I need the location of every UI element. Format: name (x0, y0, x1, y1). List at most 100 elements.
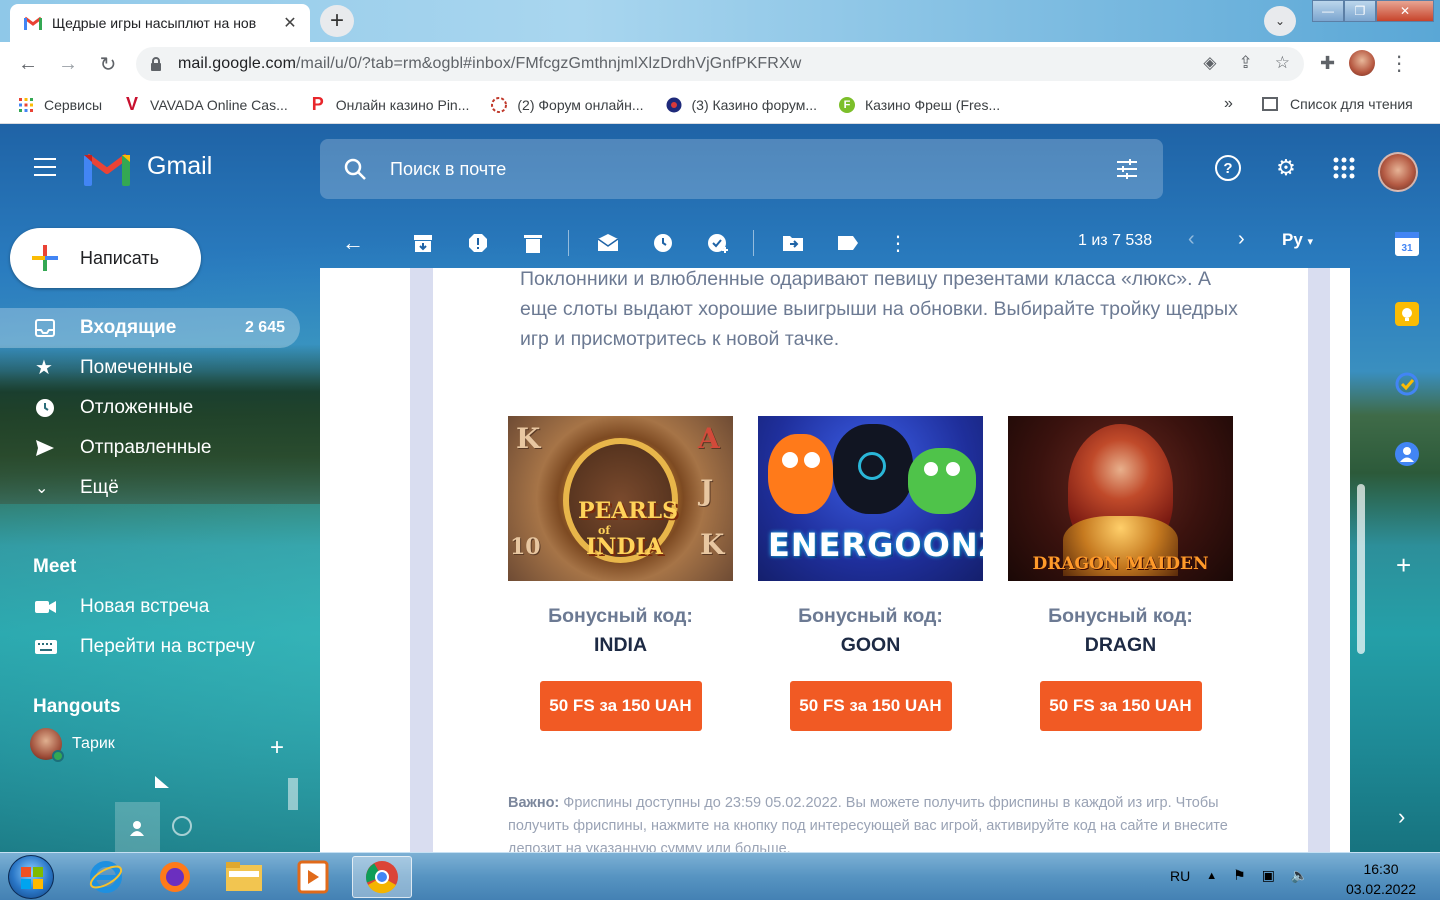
show-side-panel-icon[interactable]: › (1398, 804, 1405, 830)
contacts-tab[interactable] (115, 802, 160, 852)
add-contact-icon[interactable]: + (270, 734, 284, 762)
new-meeting-item[interactable]: Новая встреча (0, 588, 300, 628)
nav-item-sent[interactable]: Отправленные (0, 428, 300, 468)
nav-item-snoozed[interactable]: Отложенные (0, 388, 300, 428)
bookmark-item[interactable]: F Казино Фреш (Fres... (839, 96, 1000, 113)
maximize-button[interactable]: ❐ (1344, 0, 1376, 22)
reload-icon[interactable]: ↻ (94, 50, 122, 78)
mail-search-box[interactable]: Поиск в почте (320, 139, 1163, 199)
join-meeting-item[interactable]: Перейти на встречу (0, 628, 300, 668)
minimize-button[interactable]: — (1312, 0, 1344, 22)
hangouts-contact[interactable]: Тарик (30, 728, 115, 762)
extensions-puzzle-icon[interactable]: ✚ (1320, 53, 1335, 74)
system-clock[interactable]: 16:30 03.02.2022 (1336, 859, 1426, 899)
add-task-icon[interactable] (705, 230, 731, 256)
tasks-icon[interactable] (1395, 372, 1419, 396)
extension-diamond-icon[interactable]: ◈ (1203, 53, 1216, 73)
claim-bonus-button[interactable]: 50 FS за 150 UAH (1039, 681, 1202, 731)
inbox-icon (35, 318, 55, 338)
network-icon[interactable]: ▣ (1262, 867, 1275, 884)
bookmark-star-icon[interactable]: ☆ (1275, 53, 1290, 73)
gmail-wordmark: Gmail (147, 152, 213, 180)
label-icon[interactable] (835, 230, 861, 256)
email-frame: Поклонники и влюбленные одаривают певицу… (410, 268, 1330, 852)
report-spam-icon[interactable] (465, 230, 491, 256)
bookmark-label: VAVADA Online Cas... (150, 96, 288, 113)
browser-toolbar: ← → ↻ mail.google.com/mail/u/0/?tab=rm&o… (0, 42, 1440, 86)
main-menu-icon[interactable] (34, 158, 56, 176)
search-options-icon[interactable] (1115, 157, 1139, 181)
media-player-icon[interactable] (283, 856, 343, 898)
firefox-icon[interactable] (145, 856, 205, 898)
nav-item-more[interactable]: ⌄ Ещё (0, 468, 300, 508)
message-scrollbar[interactable] (1350, 268, 1370, 852)
browser-menu-icon[interactable]: ⋮ (1389, 51, 1409, 76)
bookmarks-overflow-icon[interactable]: » (1224, 95, 1233, 113)
share-icon[interactable]: ⇪ (1239, 53, 1253, 73)
nav-item-inbox[interactable]: Входящие 2 645 (0, 308, 300, 348)
bookmark-item[interactable]: (3) Казино форум... (666, 97, 817, 113)
tray-expand-icon[interactable]: ▲ (1206, 870, 1217, 882)
newer-chevron-icon[interactable]: ‹ (1188, 228, 1195, 251)
meet-item-label: Перейти на встречу (80, 636, 255, 657)
move-to-icon[interactable] (780, 230, 806, 256)
claim-bonus-button[interactable]: 50 FS за 150 UAH (789, 681, 952, 731)
energoonz-image[interactable]: ENERGOONZ (758, 416, 983, 581)
more-actions-icon[interactable]: ⋮ (885, 230, 911, 256)
help-icon[interactable]: ? (1214, 154, 1242, 182)
gmail-logo-icon[interactable] (84, 150, 130, 186)
pearls-of-india-image[interactable]: K A J K 10 PEARLS of INDIA (508, 416, 733, 581)
start-button[interactable] (8, 855, 54, 899)
volume-icon[interactable]: 🔈 (1291, 867, 1308, 884)
system-tray: RU ▲ ⚑ ▣ 🔈 (1170, 867, 1308, 884)
bookmark-label: (2) Форум онлайн... (517, 96, 644, 113)
calendar-icon[interactable]: 31 (1395, 232, 1419, 256)
keep-icon[interactable] (1395, 302, 1419, 326)
browser-tab-gmail[interactable]: Щедрые игры насыплют на нов ✕ (10, 4, 310, 42)
profile-avatar-small[interactable] (1349, 50, 1376, 76)
scrollbar-thumb[interactable] (1357, 484, 1365, 654)
note-text: Фриспины доступны до 23:59 05.02.2022. В… (508, 795, 1228, 852)
google-apps-icon[interactable] (1330, 154, 1358, 182)
back-to-inbox-icon[interactable]: ← (340, 230, 366, 256)
language-indicator[interactable]: RU (1170, 868, 1190, 884)
bookmarks-bar: Сервисы V VAVADA Online Cas... P Онлайн … (0, 86, 1440, 124)
tab-close-icon[interactable]: ✕ (280, 13, 300, 33)
search-icon[interactable] (344, 158, 366, 180)
claim-bonus-button[interactable]: 50 FS за 150 UAH (539, 681, 702, 731)
bookmark-item[interactable]: Сервисы (18, 97, 102, 113)
archive-icon[interactable] (410, 230, 436, 256)
forward-arrow-icon[interactable]: → (54, 50, 82, 78)
nav-item-starred[interactable]: ★ Помеченные (0, 348, 300, 388)
window-close-button[interactable]: ✕ (1376, 0, 1434, 22)
send-icon (35, 438, 55, 458)
chrome-taskbar-icon[interactable] (352, 856, 412, 898)
file-explorer-icon[interactable] (214, 856, 274, 898)
tab-search-button[interactable]: ⌄ (1264, 6, 1296, 36)
hangouts-section-title: Hangouts (33, 696, 121, 717)
bookmark-item[interactable]: V VAVADA Online Cas... (124, 94, 288, 114)
dragon-maiden-image[interactable]: DRAGON MAIDEN (1008, 416, 1233, 581)
internet-explorer-icon[interactable] (76, 856, 136, 898)
hangouts-chat-icon[interactable] (172, 816, 192, 836)
bookmark-item[interactable]: P Онлайн казино Pin... (310, 94, 470, 114)
address-bar[interactable]: mail.google.com/mail/u/0/?tab=rm&ogbl#in… (136, 47, 1304, 81)
settings-gear-icon[interactable]: ⚙ (1272, 154, 1300, 182)
older-chevron-icon[interactable]: › (1238, 228, 1245, 251)
contacts-icon[interactable] (1395, 442, 1419, 466)
snooze-icon[interactable] (650, 230, 676, 256)
compose-button[interactable]: Написать (10, 228, 201, 288)
new-tab-button[interactable]: + (320, 5, 354, 37)
back-arrow-icon[interactable]: ← (14, 50, 42, 78)
input-tools-button[interactable]: Ру ▾ (1282, 230, 1313, 250)
side-panel: 31 + › (1370, 212, 1440, 852)
hangouts-scrollbar[interactable] (288, 778, 298, 810)
email-paragraph: Поклонники и влюбленные одаривают певицу… (520, 268, 1238, 350)
get-addons-icon[interactable]: + (1396, 550, 1411, 581)
mark-unread-icon[interactable] (595, 230, 621, 256)
reading-list-button[interactable]: Список для чтения (1262, 96, 1413, 112)
account-avatar[interactable] (1378, 152, 1418, 192)
bookmark-item[interactable]: (2) Форум онлайн... (491, 96, 644, 113)
delete-icon[interactable] (520, 230, 546, 256)
action-center-flag-icon[interactable]: ⚑ (1233, 867, 1246, 884)
